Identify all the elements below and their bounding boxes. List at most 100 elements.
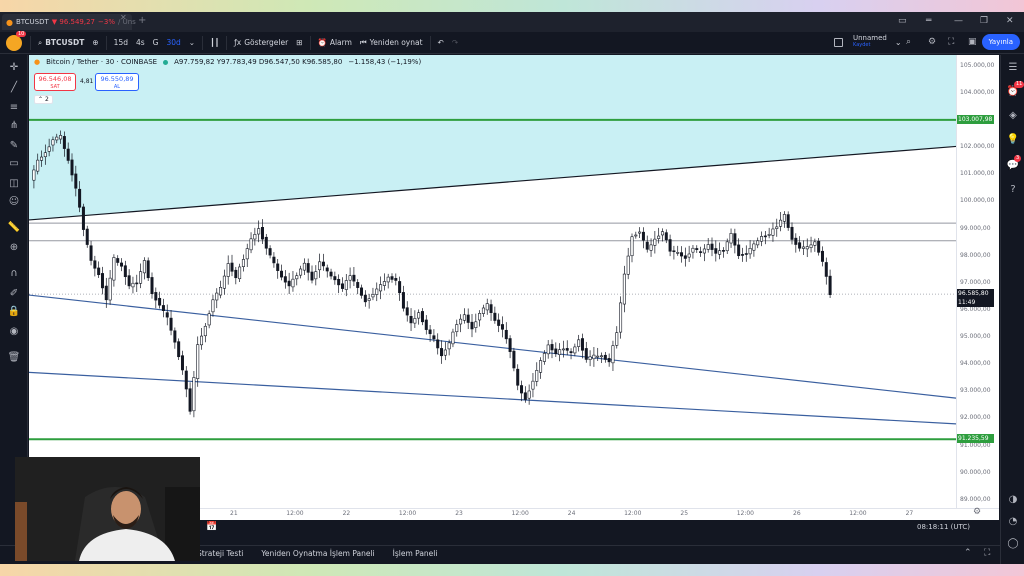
camera-icon[interactable]: ▣ (968, 37, 977, 47)
close-tab-icon[interactable]: ✕ (120, 13, 127, 22)
time-tick-label: 12:00 (398, 510, 417, 517)
chart-type-button[interactable]: ┃┃ (206, 34, 223, 52)
maximize-icon[interactable]: ❐ (980, 16, 988, 26)
redo-button[interactable]: ↷ (448, 34, 462, 52)
horizontal-lines-icon[interactable]: ≡ (7, 101, 21, 115)
legend-collapse-button[interactable]: ⌃ 2 (34, 95, 53, 104)
zoom-in-icon[interactable]: ⊕ (7, 241, 21, 255)
crosshair-icon[interactable]: ✛ (7, 61, 21, 75)
magnet-icon[interactable]: ∩ (7, 267, 21, 281)
chart-tab[interactable]: ● BTCUSDT ▼ 96.549,27 −3% / Uns (2, 14, 136, 30)
candle-body (565, 348, 569, 351)
compare-button[interactable]: ⊕ (88, 34, 102, 52)
quick-search-icon[interactable]: ⌕ (906, 37, 911, 47)
help-icon[interactable]: ? (1006, 183, 1020, 197)
candle-body (607, 358, 611, 363)
minimize-icon[interactable]: — (954, 16, 963, 26)
interval-4s[interactable]: 4s (132, 34, 149, 52)
lock-pencil-icon[interactable]: ✐ (7, 287, 21, 301)
interval-30d[interactable]: 30d (162, 34, 184, 52)
candle-body (592, 354, 596, 360)
buy-button[interactable]: 96.550,89 AL (95, 73, 139, 91)
candle-body (459, 318, 463, 325)
rectangle-icon[interactable]: ▭ (7, 157, 21, 171)
interval-15d[interactable]: 15d (110, 34, 132, 52)
layers-icon[interactable]: ◈ (1006, 109, 1020, 123)
candle-body (512, 350, 516, 369)
interval-dropdown[interactable]: ⌄ (185, 34, 199, 52)
trash-icon[interactable]: 🗑 (7, 351, 21, 365)
level-label-upper: 103.007,98 (957, 114, 994, 124)
candle-body (420, 311, 424, 323)
candle-body (649, 244, 653, 251)
candle-body (756, 240, 760, 246)
time-tick-label: 12:00 (849, 510, 867, 517)
legend-ohlc: A97.759,82 Y97.783,49 D96.547,50 K96.585… (174, 58, 343, 66)
tab-replay-trading[interactable]: Yeniden Oynatma İşlem Paneli (261, 549, 374, 558)
sell-button[interactable]: 96.546,08 SAT (34, 73, 76, 91)
publish-button[interactable]: Yayınla (981, 34, 1020, 50)
symbol-search-button[interactable]: ⌕ BTCUSDT (34, 34, 88, 52)
replay-button[interactable]: ⏮ Yeniden oynat (356, 34, 427, 52)
candle-body (268, 248, 272, 256)
axis-settings-icon[interactable]: ⚙ (973, 507, 981, 517)
close-window-icon[interactable]: ✕ (1006, 16, 1014, 26)
brush-icon[interactable]: ✎ (7, 139, 21, 153)
candle-body (813, 241, 817, 246)
layout-menu[interactable]: Unnamed Kaydet ⌄ (834, 35, 902, 49)
lock-icon[interactable]: 🔒 (7, 305, 21, 319)
ruler-icon[interactable]: 📏 (7, 221, 21, 235)
legend-change: −1.158,43 (−1,19%) (348, 58, 422, 66)
date-range-icon[interactable]: 📅 (206, 522, 217, 532)
candle-body (641, 231, 645, 241)
top-toolbar: 10 ⌕ BTCUSDT ⊕ 15d 4s G 30d ⌄ ┃┃ ƒx Göst… (0, 30, 1024, 54)
tab-trading-panel[interactable]: İşlem Paneli (393, 549, 438, 558)
fullscreen-icon[interactable]: ⛶ (948, 37, 954, 47)
layout-icon[interactable]: ▭ (898, 16, 907, 26)
pitchfork-icon[interactable]: ⋔ (7, 119, 21, 133)
emoji-icon[interactable]: ☺ (7, 195, 21, 209)
add-tab-icon[interactable]: + (138, 15, 146, 26)
avatar[interactable]: 10 (6, 30, 27, 51)
candle-body (89, 245, 93, 261)
chart-canvas[interactable] (29, 55, 956, 508)
interval-g[interactable]: G (149, 34, 163, 52)
candle-body (306, 263, 310, 273)
price-tick-label: 100.000,00 (960, 197, 995, 205)
candle-body (169, 317, 173, 331)
candle-body (805, 246, 809, 250)
ideas-icon[interactable]: 💡 (1006, 133, 1020, 147)
indicators-button[interactable]: ƒx Göstergeler (230, 34, 292, 52)
candle-body (535, 370, 539, 382)
hotlist-icon[interactable]: ◔ (1006, 515, 1020, 529)
eye-icon[interactable]: ◉ (7, 325, 21, 339)
maximize-panel-icon[interactable]: ⛶ (984, 548, 990, 558)
price-tick-label: 98.000,00 (960, 251, 991, 259)
undo-button[interactable]: ↶ (434, 34, 448, 52)
watchlist-icon[interactable]: ☰ (1006, 61, 1020, 75)
tab-strategy-tester[interactable]: Strateji Testi (197, 549, 243, 558)
utc-clock[interactable]: 08:18:11 (UTC) (917, 523, 970, 531)
collapse-panel-icon[interactable]: ⌃ (964, 548, 972, 558)
candlestick-chart[interactable] (29, 55, 956, 508)
candle-body (687, 253, 691, 258)
candle-body (238, 266, 242, 280)
chevron-up-icon: ⌃ (38, 96, 44, 103)
pine-icon[interactable]: ◑ (1006, 493, 1020, 507)
trend-line-icon[interactable]: ╱ (7, 81, 21, 95)
drag-icon[interactable]: ═ (926, 16, 931, 26)
candle-body (226, 263, 230, 277)
candle-body (779, 219, 783, 227)
alerts-icon[interactable]: ⏰ 11 (1006, 81, 1024, 99)
templates-button[interactable]: ⊞ (292, 34, 306, 52)
forecast-icon[interactable]: ◫ (7, 177, 21, 191)
user-icon[interactable]: ◯ (1006, 537, 1020, 551)
chat-icon[interactable]: 💬 3 (1006, 155, 1022, 173)
price-axis[interactable]: 105.000,00104.000,00103.000,00102.000,00… (956, 55, 999, 508)
sell-label: SAT (50, 84, 60, 90)
time-tick-label: 23 (455, 510, 463, 517)
alarm-button[interactable]: ⏰ Alarm (314, 34, 356, 52)
candle-body (737, 244, 741, 257)
settings-gear-icon[interactable]: ⚙ (928, 37, 936, 47)
candle-body (603, 354, 607, 360)
